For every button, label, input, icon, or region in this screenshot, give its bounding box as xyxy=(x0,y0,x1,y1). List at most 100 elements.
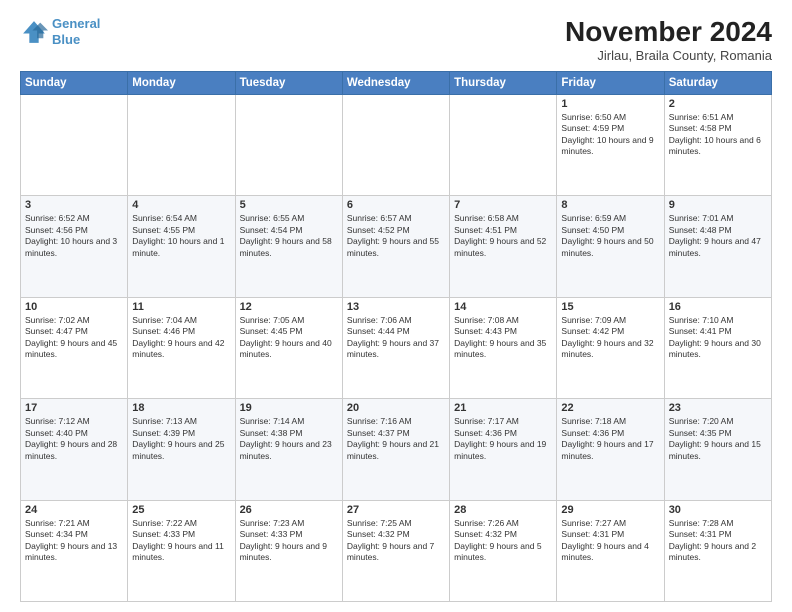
day-cell: 20 Sunrise: 7:16 AM Sunset: 4:37 PM Dayli… xyxy=(342,399,449,500)
day-cell: 8 Sunrise: 6:59 AM Sunset: 4:50 PM Daylig… xyxy=(557,196,664,297)
week-row-3: 10 Sunrise: 7:02 AM Sunset: 4:47 PM Dayli… xyxy=(21,297,772,398)
day-cell: 29 Sunrise: 7:27 AM Sunset: 4:31 PM Dayli… xyxy=(557,500,664,601)
day-info: Sunrise: 7:26 AM Sunset: 4:32 PM Dayligh… xyxy=(454,518,552,564)
day-cell xyxy=(128,95,235,196)
day-cell: 6 Sunrise: 6:57 AM Sunset: 4:52 PM Daylig… xyxy=(342,196,449,297)
day-number: 13 xyxy=(347,301,445,313)
calendar-header-row: SundayMondayTuesdayWednesdayThursdayFrid… xyxy=(21,72,772,95)
day-cell: 5Sunrise: 6:55 AM Sunset: 4:54 PM Daylig… xyxy=(235,196,342,297)
day-cell: 27Sunrise: 7:25 AM Sunset: 4:32 PM Dayli… xyxy=(342,500,449,601)
logo-icon xyxy=(20,18,48,46)
day-cell: 19 Sunrise: 7:14 AM Sunset: 4:38 PM Dayli… xyxy=(235,399,342,500)
day-info: Sunrise: 7:04 AM Sunset: 4:46 PM Dayligh… xyxy=(132,315,230,361)
day-number: 2 xyxy=(669,98,767,110)
header: General Blue November 2024 Jirlau, Brail… xyxy=(20,16,772,63)
day-cell: 2Sunrise: 6:51 AM Sunset: 4:58 PM Daylig… xyxy=(664,95,771,196)
day-info: Sunrise: 6:58 AM Sunset: 4:51 PM Dayligh… xyxy=(454,213,552,259)
day-cell: 3 Sunrise: 6:52 AM Sunset: 4:56 PM Daylig… xyxy=(21,196,128,297)
day-info: Sunrise: 7:16 AM Sunset: 4:37 PM Dayligh… xyxy=(347,416,445,462)
day-number: 29 xyxy=(561,504,659,516)
day-cell: 17Sunrise: 7:12 AM Sunset: 4:40 PM Dayli… xyxy=(21,399,128,500)
day-number: 9 xyxy=(669,199,767,211)
day-cell: 7 Sunrise: 6:58 AM Sunset: 4:51 PM Daylig… xyxy=(450,196,557,297)
day-number: 3 xyxy=(25,199,123,211)
day-cell: 21Sunrise: 7:17 AM Sunset: 4:36 PM Dayli… xyxy=(450,399,557,500)
week-row-1: 1Sunrise: 6:50 AM Sunset: 4:59 PM Daylig… xyxy=(21,95,772,196)
day-info: Sunrise: 7:17 AM Sunset: 4:36 PM Dayligh… xyxy=(454,416,552,462)
day-number: 26 xyxy=(240,504,338,516)
day-cell: 25Sunrise: 7:22 AM Sunset: 4:33 PM Dayli… xyxy=(128,500,235,601)
day-number: 24 xyxy=(25,504,123,516)
day-number: 14 xyxy=(454,301,552,313)
day-number: 8 xyxy=(561,199,659,211)
day-info: Sunrise: 7:18 AM Sunset: 4:36 PM Dayligh… xyxy=(561,416,659,462)
day-cell: 23 Sunrise: 7:20 AM Sunset: 4:35 PM Dayli… xyxy=(664,399,771,500)
page: General Blue November 2024 Jirlau, Brail… xyxy=(0,0,792,612)
day-cell: 12Sunrise: 7:05 AM Sunset: 4:45 PM Dayli… xyxy=(235,297,342,398)
logo-text: General Blue xyxy=(52,16,100,47)
day-info: Sunrise: 7:10 AM Sunset: 4:41 PM Dayligh… xyxy=(669,315,767,361)
day-info: Sunrise: 7:20 AM Sunset: 4:35 PM Dayligh… xyxy=(669,416,767,462)
day-info: Sunrise: 7:14 AM Sunset: 4:38 PM Dayligh… xyxy=(240,416,338,462)
week-row-2: 3 Sunrise: 6:52 AM Sunset: 4:56 PM Daylig… xyxy=(21,196,772,297)
day-info: Sunrise: 7:09 AM Sunset: 4:42 PM Dayligh… xyxy=(561,315,659,361)
logo: General Blue xyxy=(20,16,100,47)
day-info: Sunrise: 6:57 AM Sunset: 4:52 PM Dayligh… xyxy=(347,213,445,259)
day-cell: 9 Sunrise: 7:01 AM Sunset: 4:48 PM Daylig… xyxy=(664,196,771,297)
week-row-5: 24Sunrise: 7:21 AM Sunset: 4:34 PM Dayli… xyxy=(21,500,772,601)
title-block: November 2024 Jirlau, Braila County, Rom… xyxy=(565,16,772,63)
day-info: Sunrise: 7:01 AM Sunset: 4:48 PM Dayligh… xyxy=(669,213,767,259)
day-cell xyxy=(342,95,449,196)
day-cell: 15 Sunrise: 7:09 AM Sunset: 4:42 PM Dayli… xyxy=(557,297,664,398)
col-header-thursday: Thursday xyxy=(450,72,557,95)
day-number: 20 xyxy=(347,402,445,414)
day-info: Sunrise: 6:52 AM Sunset: 4:56 PM Dayligh… xyxy=(25,213,123,259)
day-info: Sunrise: 7:23 AM Sunset: 4:33 PM Dayligh… xyxy=(240,518,338,564)
day-info: Sunrise: 7:13 AM Sunset: 4:39 PM Dayligh… xyxy=(132,416,230,462)
day-cell: 18 Sunrise: 7:13 AM Sunset: 4:39 PM Dayli… xyxy=(128,399,235,500)
day-info: Sunrise: 7:22 AM Sunset: 4:33 PM Dayligh… xyxy=(132,518,230,564)
day-cell: 16 Sunrise: 7:10 AM Sunset: 4:41 PM Dayli… xyxy=(664,297,771,398)
main-title: November 2024 xyxy=(565,16,772,48)
day-number: 18 xyxy=(132,402,230,414)
day-number: 5 xyxy=(240,199,338,211)
day-cell: 28 Sunrise: 7:26 AM Sunset: 4:32 PM Dayli… xyxy=(450,500,557,601)
day-cell xyxy=(21,95,128,196)
day-number: 4 xyxy=(132,199,230,211)
day-info: Sunrise: 7:28 AM Sunset: 4:31 PM Dayligh… xyxy=(669,518,767,564)
day-number: 23 xyxy=(669,402,767,414)
col-header-wednesday: Wednesday xyxy=(342,72,449,95)
col-header-friday: Friday xyxy=(557,72,664,95)
day-info: Sunrise: 7:27 AM Sunset: 4:31 PM Dayligh… xyxy=(561,518,659,564)
day-cell: 30 Sunrise: 7:28 AM Sunset: 4:31 PM Dayli… xyxy=(664,500,771,601)
day-cell: 1Sunrise: 6:50 AM Sunset: 4:59 PM Daylig… xyxy=(557,95,664,196)
calendar-table: SundayMondayTuesdayWednesdayThursdayFrid… xyxy=(20,71,772,602)
day-info: Sunrise: 7:25 AM Sunset: 4:32 PM Dayligh… xyxy=(347,518,445,564)
day-number: 10 xyxy=(25,301,123,313)
day-info: Sunrise: 7:05 AM Sunset: 4:45 PM Dayligh… xyxy=(240,315,338,361)
day-cell: 4Sunrise: 6:54 AM Sunset: 4:55 PM Daylig… xyxy=(128,196,235,297)
subtitle: Jirlau, Braila County, Romania xyxy=(565,48,772,63)
day-number: 22 xyxy=(561,402,659,414)
logo-line1: General xyxy=(52,16,100,31)
col-header-monday: Monday xyxy=(128,72,235,95)
day-number: 15 xyxy=(561,301,659,313)
day-number: 30 xyxy=(669,504,767,516)
day-info: Sunrise: 6:59 AM Sunset: 4:50 PM Dayligh… xyxy=(561,213,659,259)
day-number: 7 xyxy=(454,199,552,211)
day-number: 6 xyxy=(347,199,445,211)
day-number: 19 xyxy=(240,402,338,414)
day-number: 28 xyxy=(454,504,552,516)
day-info: Sunrise: 7:02 AM Sunset: 4:47 PM Dayligh… xyxy=(25,315,123,361)
calendar-body: 1Sunrise: 6:50 AM Sunset: 4:59 PM Daylig… xyxy=(21,95,772,602)
day-info: Sunrise: 7:12 AM Sunset: 4:40 PM Dayligh… xyxy=(25,416,123,462)
day-number: 1 xyxy=(561,98,659,110)
day-cell: 11 Sunrise: 7:04 AM Sunset: 4:46 PM Dayli… xyxy=(128,297,235,398)
day-number: 16 xyxy=(669,301,767,313)
day-cell: 14 Sunrise: 7:08 AM Sunset: 4:43 PM Dayli… xyxy=(450,297,557,398)
col-header-tuesday: Tuesday xyxy=(235,72,342,95)
day-cell: 10 Sunrise: 7:02 AM Sunset: 4:47 PM Dayli… xyxy=(21,297,128,398)
day-number: 11 xyxy=(132,301,230,313)
day-info: Sunrise: 7:08 AM Sunset: 4:43 PM Dayligh… xyxy=(454,315,552,361)
week-row-4: 17Sunrise: 7:12 AM Sunset: 4:40 PM Dayli… xyxy=(21,399,772,500)
